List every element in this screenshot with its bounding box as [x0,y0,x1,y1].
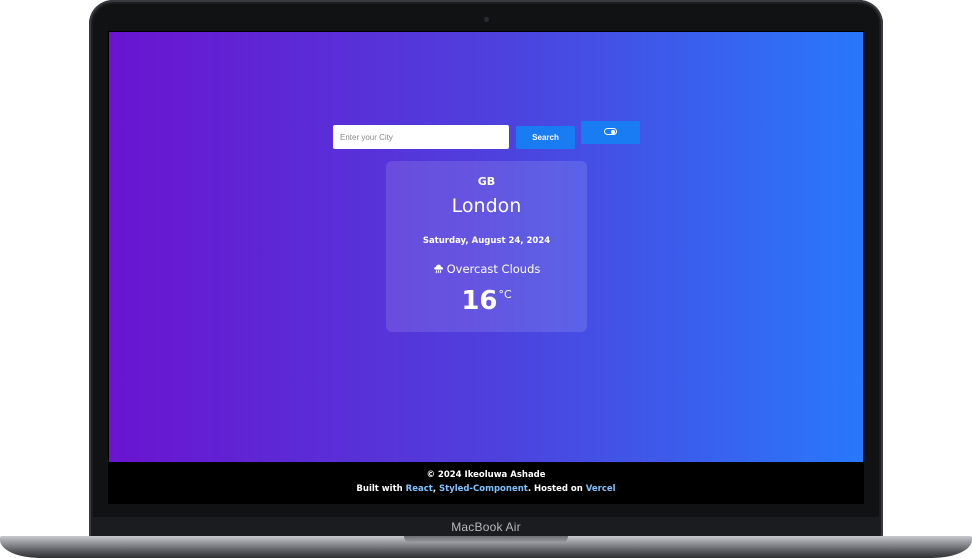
temperature-unit: °C [498,288,512,301]
footer-credits: Built with React, Styled-Component. Host… [109,484,863,494]
laptop-screen: Search GB London Saturday, August 24, 20… [108,31,864,504]
vercel-link[interactable]: Vercel [586,484,616,494]
weather-description: Overcast Clouds [446,262,541,276]
toggle-icon [604,128,617,135]
footer-built-with: Built with [356,484,406,494]
city-search-input[interactable] [333,125,509,149]
page-footer: © 2024 Ikeoluwa Ashade Built with React,… [109,463,863,503]
camera-icon [484,17,489,22]
theme-toggle-button[interactable] [581,121,640,144]
laptop-notch [404,536,568,543]
react-link[interactable]: React [406,484,433,494]
toggle-knob [611,129,615,134]
footer-hosted-on: . Hosted on [527,484,586,494]
footer-copyright: © 2024 Ikeoluwa Ashade [426,470,546,480]
search-button[interactable]: Search [516,126,575,149]
country-code: GB [477,175,496,188]
temperature: 16°C [386,286,587,316]
city-name: London [451,195,522,217]
device-label: MacBook Air [451,520,521,534]
styled-component-link[interactable]: Styled-Component [439,484,528,494]
laptop-chin: MacBook Air [92,517,880,538]
temperature-value: 16 [461,286,498,316]
weather-app: Search GB London Saturday, August 24, 20… [109,32,863,462]
weather-description-row: Overcast Clouds [386,262,587,276]
cloud-rain-icon [433,264,443,274]
weather-card: GB London Saturday, August 24, 2024 Over… [386,161,587,332]
laptop-mockup: Search GB London Saturday, August 24, 20… [0,0,972,558]
weather-date: Saturday, August 24, 2024 [422,236,551,246]
